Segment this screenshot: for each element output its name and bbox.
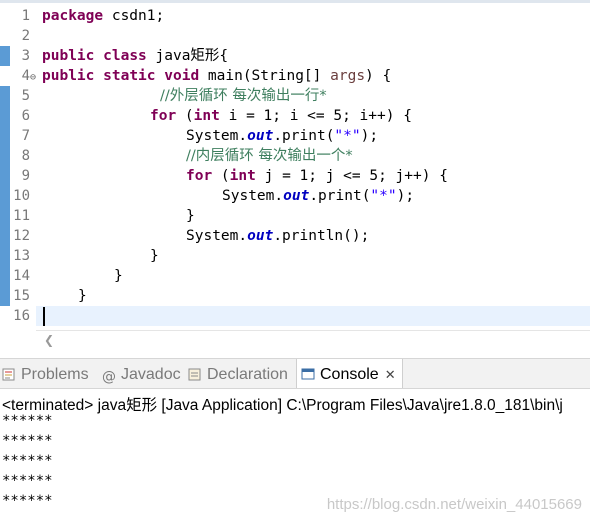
code-text: csdn1; (103, 8, 165, 24)
terminated-status: <terminated> java矩形 [Java Application] C… (2, 397, 563, 414)
close-icon[interactable]: ✕ (385, 367, 396, 382)
keyword: for (186, 168, 213, 184)
editor-top-border (0, 0, 590, 3)
line-number: 6 (21, 108, 30, 124)
field: out (247, 228, 274, 244)
horizontal-scrollbar[interactable]: ❮ (36, 330, 590, 351)
code-text: ); (396, 188, 415, 204)
code-text: } (186, 208, 195, 224)
string-literal: "*" (370, 188, 397, 204)
line-number: 5 (21, 88, 30, 104)
code-text: System. (222, 188, 284, 204)
javadoc-at-icon: @ (102, 369, 116, 385)
code-text: .print( (273, 128, 335, 144)
keyword: static (103, 68, 156, 84)
problems-icon (2, 368, 15, 381)
console-line: ****** (2, 493, 53, 509)
keyword: class (103, 48, 147, 64)
line-number: 7 (21, 128, 30, 144)
code-line: for (int j = 1; j <= 5; j++) { (186, 166, 448, 186)
comment: //外层循环 每次输出一行* (160, 88, 327, 104)
line-number: 13 (13, 248, 30, 264)
current-line-highlight (36, 306, 590, 326)
tab-console[interactable]: Console ✕ (296, 359, 403, 389)
code-line: } (78, 286, 87, 306)
code-line: //外层循环 每次输出一行* (160, 86, 327, 106)
code-line: public class java矩形{ (42, 46, 228, 66)
code-editor[interactable]: 1 2 3 4 5 6 7 8 9 10 11 12 13 14 15 16 ⊖… (0, 0, 590, 352)
line-number: 12 (13, 228, 30, 244)
line-number: 10 (13, 188, 30, 204)
string-literal: "*" (334, 128, 361, 144)
code-text: } (150, 248, 159, 264)
keyword: void (164, 68, 200, 84)
line-number: 9 (21, 168, 30, 184)
code-text: ( (212, 168, 230, 184)
keyword: package (42, 8, 104, 24)
console-line: ****** (2, 413, 53, 429)
code-text: i = 1; i <= 5; i++) { (219, 108, 412, 124)
code-line: package csdn1; (42, 6, 164, 26)
keyword: int (193, 108, 220, 124)
line-number: 11 (13, 208, 30, 224)
comment: //内层循环 每次输出一个* (186, 148, 353, 164)
line-number: 2 (21, 28, 30, 44)
text-cursor (43, 307, 45, 326)
console-line: ****** (2, 473, 53, 489)
tab-label: Problems (21, 366, 89, 383)
code-text: System. (186, 228, 248, 244)
code-text: } (114, 268, 123, 284)
keyword: int (229, 168, 256, 184)
code-line: System.out.println(); (186, 226, 369, 246)
code-line: for (int i = 1; i <= 5; i++) { (150, 106, 412, 126)
tab-label: Declaration (207, 366, 288, 383)
code-text: .print( (309, 188, 371, 204)
watermark: https://blog.csdn.net/weixin_44015669 (326, 496, 582, 513)
line-number: 3 (21, 48, 30, 64)
tab-declaration[interactable]: Declaration (188, 359, 288, 389)
line-number: 16 (13, 308, 30, 324)
line-number: 1 (21, 8, 30, 24)
scroll-left-icon[interactable]: ❮ (44, 333, 54, 347)
code-text: } (78, 288, 87, 304)
console-line: ****** (2, 453, 53, 469)
code-text: main(String[] (199, 68, 331, 84)
tab-javadoc[interactable]: @ Javadoc (102, 359, 181, 389)
code-text: ( (176, 108, 194, 124)
code-line: } (186, 206, 195, 226)
tab-label: Console (320, 366, 379, 383)
line-number: 15 (13, 288, 30, 304)
code-text: java矩形{ (146, 48, 229, 64)
code-line: public static void main(String[] args) { (42, 66, 391, 86)
code-line: } (114, 266, 123, 286)
keyword: public (42, 48, 95, 64)
parameter: args (330, 68, 366, 84)
tab-problems[interactable]: Problems (2, 359, 89, 389)
console-icon (301, 368, 315, 380)
field: out (247, 128, 274, 144)
console-line: ****** (2, 433, 53, 449)
declaration-icon (188, 368, 201, 381)
field: out (283, 188, 310, 204)
code-text: ) { (365, 68, 392, 84)
code-line: //内层循环 每次输出一个* (186, 146, 353, 166)
fold-collapse-icon[interactable]: ⊖ (30, 72, 36, 83)
line-number: 14 (13, 268, 30, 284)
keyword: public (42, 68, 95, 84)
code-text: System. (186, 128, 248, 144)
line-number: 8 (21, 148, 30, 164)
code-line: System.out.print("*"); (186, 126, 378, 146)
keyword: for (150, 108, 177, 124)
code-line: System.out.print("*"); (222, 186, 414, 206)
code-line: } (150, 246, 159, 266)
code-text: j = 1; j <= 5; j++) { (255, 168, 448, 184)
code-text: .println(); (273, 228, 370, 244)
view-tab-bar: Problems @ Javadoc Declaration Console ✕ (0, 358, 590, 389)
tab-label: Javadoc (121, 366, 181, 383)
code-text: ); (360, 128, 379, 144)
line-number: 4 (21, 68, 30, 84)
